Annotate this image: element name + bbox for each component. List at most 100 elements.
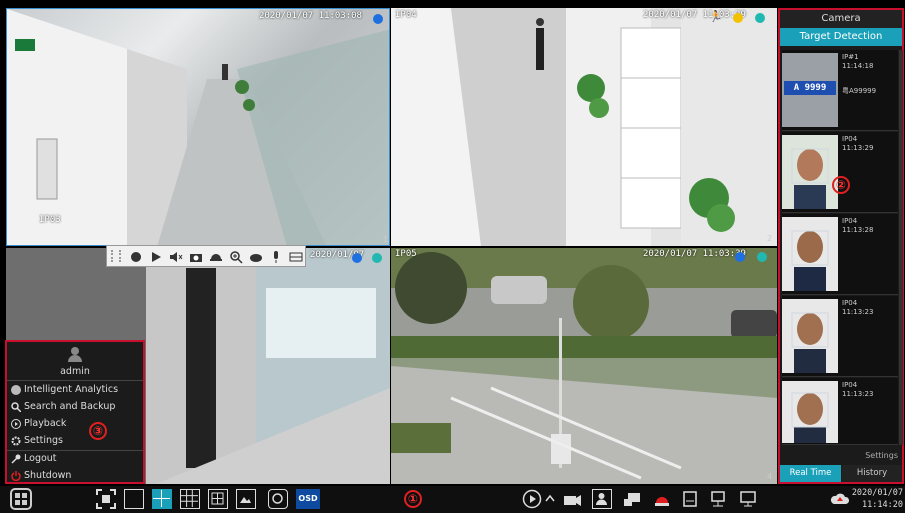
tab-real-time[interactable]: Real Time [780,465,841,482]
face-thumbnail [782,299,838,373]
avatar [67,346,83,362]
callout-3: ③ [89,422,107,440]
detection-item[interactable]: IP04 11:13:28 [782,214,898,295]
panel-scrollbar[interactable] [899,50,903,445]
menu-item-search-backup[interactable]: Search and Backup [11,401,115,413]
bottom-toolbar: OSD ① 2020/01/07 11:14:20 [0,486,905,513]
grid-16-icon [211,492,224,505]
manual-record-button[interactable] [562,489,582,509]
snapshot-icon[interactable] [189,249,203,263]
start-menu: admin Intelligent Analytics Search and B… [5,340,145,484]
chevron-up-icon [545,494,555,502]
menu-item-settings[interactable]: Settings [11,435,63,446]
detection-item[interactable]: IP04 11:13:29 [782,132,898,213]
start-menu-button[interactable] [10,488,32,510]
fisheye-icon[interactable] [249,249,263,263]
target-detection-panel: Camera Target Detection A 9999 IP#1 11:1… [778,8,904,484]
play-icon[interactable] [149,249,163,263]
face-thumbnail [782,135,838,209]
detection-plate: 粤A99999 [842,87,877,95]
camera-tile-2[interactable]: IP04 2020/01/07 11:03:39 🏃 2 [391,8,777,246]
sequence-button[interactable] [268,489,288,509]
play-circle-icon [522,489,542,509]
menu-item-playback[interactable]: Playback [11,418,66,429]
detection-item[interactable]: IP04 11:13:23 [782,378,898,445]
tab-target-detection[interactable]: Target Detection [780,28,902,46]
image-icon [240,497,251,503]
detection-item[interactable]: IP04 11:13:23 [782,296,898,377]
camera-4-label: IP05 [395,249,417,259]
cloud-upgrade-button[interactable] [830,489,850,509]
display-button[interactable] [738,489,758,509]
detection-camera: IP#1 [842,53,859,61]
power-icon [11,470,21,481]
detection-time: 11:13:29 [842,144,874,152]
person-icon [596,493,607,505]
cloud-upload-icon [830,493,850,504]
camera-tile-1[interactable]: 2020/01/07 11:03:08 IP03 1 [6,8,390,246]
grid-4-icon [153,490,170,507]
record-icon[interactable] [129,249,143,263]
network-button[interactable] [708,489,728,509]
layout-16-button[interactable] [208,489,228,509]
key-icon [11,454,21,464]
camera-2-index: 2 [767,234,773,243]
camera-4-scene [391,248,777,484]
osd-button[interactable]: OSD [296,489,320,509]
menu-item-intelligent-analytics[interactable]: Intelligent Analytics [11,384,118,395]
user-name: admin [60,366,90,377]
camera-tile-4[interactable]: IP05 2020/01/07 11:03:39 4 [391,248,777,484]
alarm-output-button[interactable] [622,489,642,509]
face-thumbnail [782,217,838,291]
network-icon [711,491,725,507]
playback-button[interactable] [522,489,542,509]
tab-history[interactable]: History [842,465,902,482]
callout-2: ② [832,176,850,194]
alarm-button[interactable] [652,489,672,509]
drag-handle-icon[interactable] [111,250,121,262]
expand-up-button[interactable] [544,489,556,509]
camera-2-alarm-dot [733,13,743,23]
disk-button[interactable] [680,489,700,509]
layout-9-button[interactable] [180,489,200,509]
grid-9-icon [181,490,198,507]
microphone-icon[interactable] [269,249,283,263]
camera-1-scene [7,9,389,245]
detection-camera: IP04 [842,299,858,307]
tab-camera[interactable]: Camera [780,10,902,28]
search-icon [11,401,22,413]
custom-layout-button[interactable] [236,489,256,509]
fullscreen-button[interactable] [96,489,116,509]
settings-link[interactable]: Settings [865,451,898,460]
detection-item[interactable]: A 9999 IP#1 11:14:18 粤A99999 [782,50,898,131]
camera-4-index: 4 [767,472,773,481]
zoom-in-icon[interactable] [229,249,243,264]
face-thumbnail [782,381,838,443]
menu-item-shutdown[interactable]: Shutdown [11,470,71,481]
siren-icon [655,497,669,506]
detection-time: 11:14:18 [842,62,874,70]
mute-icon[interactable] [169,249,183,263]
callout-1: ① [404,490,422,508]
camera-3-index: 3 [382,472,388,481]
face-detection-button[interactable] [592,489,612,509]
refresh-icon [272,493,283,504]
ptz-dome-icon[interactable] [209,249,223,263]
layout-4-button[interactable] [152,489,172,509]
gear-icon [11,436,21,446]
motion-alarm-icon: 🏃 [709,10,723,23]
menu-item-logout[interactable]: Logout [11,453,57,464]
camera-1-timestamp: 2020/01/07 11:03:08 [259,11,362,21]
layout-1-button[interactable] [124,489,144,509]
image-settings-icon[interactable] [289,249,303,263]
plate-thumbnail: A 9999 [782,53,838,127]
camera-2-label: IP04 [395,10,417,20]
camera-2-teal-dot [755,13,765,23]
playback-icon [11,418,21,429]
detection-camera: IP04 [842,381,858,389]
camera-4-timestamp: 2020/01/07 11:03:39 [643,249,746,259]
camera-4-status-dot [735,252,745,262]
camera-3-teal-dot [372,253,382,263]
plate-text: A 9999 [784,81,836,95]
detection-time: 11:13:23 [842,308,874,316]
